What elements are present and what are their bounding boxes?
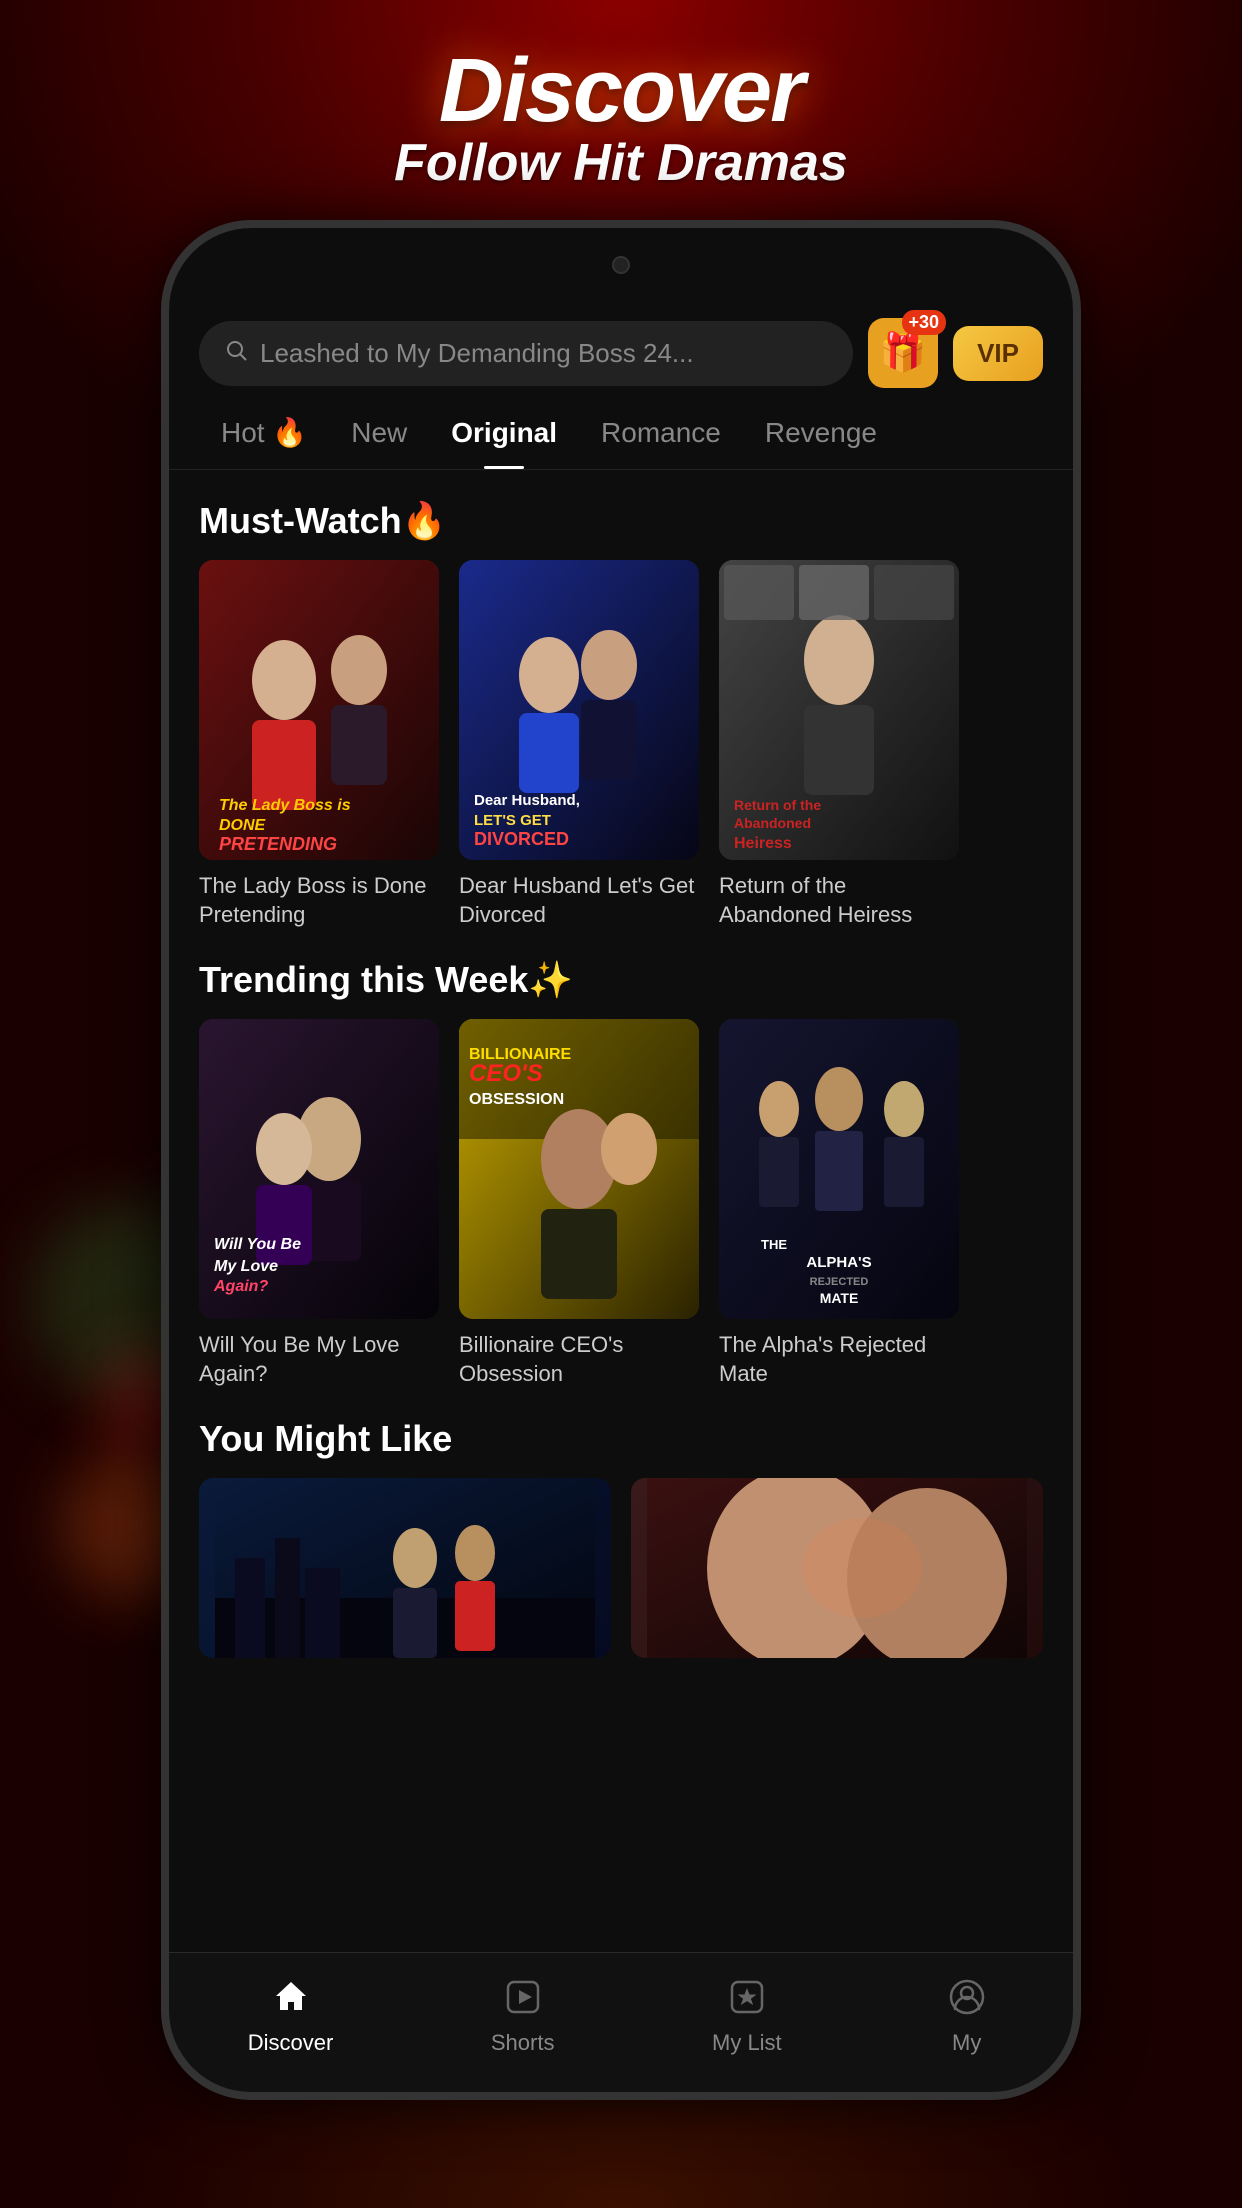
tab-romance-label: Romance bbox=[601, 417, 721, 448]
scrollable-area[interactable]: Leashed to My Demanding Boss 24... 🎁 +30… bbox=[169, 288, 1073, 1952]
camera-notch bbox=[612, 256, 630, 274]
card-heiress[interactable]: Return of the Abandoned Heiress Return o… bbox=[719, 560, 959, 929]
tab-romance[interactable]: Romance bbox=[579, 409, 743, 457]
trending-header: Trending this Week✨ bbox=[169, 929, 1073, 1019]
card-you-might-2[interactable] bbox=[631, 1478, 1043, 1658]
nav-discover[interactable]: Discover bbox=[248, 1969, 334, 2056]
svg-text:CEO'S: CEO'S bbox=[469, 1060, 543, 1087]
bottom-navigation: Discover Shorts bbox=[169, 1952, 1073, 2092]
svg-text:DIVORCED: DIVORCED bbox=[474, 829, 569, 849]
you-might-like-row bbox=[169, 1478, 1073, 1658]
my-icon bbox=[939, 1969, 994, 2024]
search-input[interactable]: Leashed to My Demanding Boss 24... bbox=[199, 321, 853, 386]
svg-text:OBSESSION: OBSESSION bbox=[469, 1091, 564, 1108]
card-ceo[interactable]: BILLIONAIRE CEO'S OBSESSION Billionaire … bbox=[459, 1019, 699, 1388]
card-dear-husband[interactable]: Dear Husband, LET'S GET DIVORCED Dear Hu… bbox=[459, 560, 699, 929]
header-section: Discover Follow Hit Dramas bbox=[0, 40, 1242, 193]
card-you-might-1[interactable] bbox=[199, 1478, 611, 1658]
nav-shorts[interactable]: Shorts bbox=[491, 1969, 555, 2056]
screen-content: Leashed to My Demanding Boss 24... 🎁 +30… bbox=[169, 288, 1073, 2092]
tab-hot-label: Hot 🔥 bbox=[221, 417, 307, 448]
card-ceo-title: Billionaire CEO's Obsession bbox=[459, 1331, 699, 1388]
you-might-like-header: You Might Like bbox=[169, 1388, 1073, 1478]
tab-original-label: Original bbox=[451, 417, 557, 448]
card-love-again-title: Will You Be My Love Again? bbox=[199, 1331, 439, 1388]
discover-icon bbox=[263, 1969, 318, 2024]
svg-text:My Love: My Love bbox=[214, 1258, 278, 1275]
card-dear-husband-title: Dear Husband Let's Get Divorced bbox=[459, 872, 699, 929]
phone-screen: Leashed to My Demanding Boss 24... 🎁 +30… bbox=[169, 228, 1073, 2092]
card-alpha-title: The Alpha's Rejected Mate bbox=[719, 1331, 959, 1388]
svg-text:Will You Be: Will You Be bbox=[214, 1236, 301, 1253]
svg-text:PRETENDING: PRETENDING bbox=[219, 834, 337, 854]
must-watch-row: The Lady Boss is DONE PRETENDING The Lad… bbox=[169, 560, 1073, 929]
tab-new-label: New bbox=[351, 417, 407, 448]
tab-new[interactable]: New bbox=[329, 409, 429, 457]
card-lady-boss[interactable]: The Lady Boss is DONE PRETENDING The Lad… bbox=[199, 560, 439, 929]
svg-text:DONE: DONE bbox=[219, 817, 267, 834]
gift-badge: +30 bbox=[902, 310, 947, 335]
my-list-label: My List bbox=[712, 2030, 782, 2056]
search-placeholder-text: Leashed to My Demanding Boss 24... bbox=[260, 338, 694, 369]
poster-love-again: Will You Be My Love Again? bbox=[199, 1019, 439, 1319]
trending-row: Will You Be My Love Again? Will You Be M… bbox=[169, 1019, 1073, 1388]
poster-ceo: BILLIONAIRE CEO'S OBSESSION bbox=[459, 1019, 699, 1319]
svg-text:THE: THE bbox=[761, 1237, 787, 1252]
header-subtitle: Follow Hit Dramas bbox=[0, 133, 1242, 193]
svg-text:Dear Husband,: Dear Husband, bbox=[474, 792, 580, 809]
gift-icon: 🎁 bbox=[879, 331, 926, 375]
must-watch-header: Must-Watch🔥 bbox=[169, 470, 1073, 560]
my-list-icon bbox=[719, 1969, 774, 2024]
svg-text:MATE: MATE bbox=[820, 1290, 859, 1306]
category-tabs: Hot 🔥 New Original Romance Revenge bbox=[169, 408, 1073, 470]
vip-button[interactable]: VIP bbox=[953, 326, 1043, 381]
tab-original[interactable]: Original bbox=[429, 409, 579, 457]
poster-alpha: THE ALPHA'S REJECTED MATE bbox=[719, 1019, 959, 1319]
discover-label: Discover bbox=[248, 2030, 334, 2056]
shorts-label: Shorts bbox=[491, 2030, 555, 2056]
svg-text:Abandoned: Abandoned bbox=[734, 815, 811, 831]
svg-text:ALPHA'S: ALPHA'S bbox=[806, 1254, 871, 1271]
search-bar: Leashed to My Demanding Boss 24... 🎁 +30… bbox=[199, 318, 1043, 388]
poster-dear-husband: Dear Husband, LET'S GET DIVORCED bbox=[459, 560, 699, 860]
shorts-icon bbox=[495, 1969, 550, 2024]
poster-heiress: Return of the Abandoned Heiress bbox=[719, 560, 959, 860]
phone-frame: Leashed to My Demanding Boss 24... 🎁 +30… bbox=[161, 220, 1081, 2100]
header-title: Discover bbox=[0, 40, 1242, 143]
svg-text:LET'S GET: LET'S GET bbox=[474, 812, 551, 829]
gift-button[interactable]: 🎁 +30 bbox=[868, 318, 938, 388]
poster-lady-boss: The Lady Boss is DONE PRETENDING bbox=[199, 560, 439, 860]
card-alpha[interactable]: THE ALPHA'S REJECTED MATE The Alpha's Re… bbox=[719, 1019, 959, 1388]
nav-my-list[interactable]: My List bbox=[712, 1969, 782, 2056]
tab-revenge[interactable]: Revenge bbox=[743, 409, 899, 457]
nav-my[interactable]: My bbox=[939, 1969, 994, 2056]
svg-text:REJECTED: REJECTED bbox=[810, 1276, 869, 1288]
svg-text:The Lady Boss is: The Lady Boss is bbox=[219, 797, 351, 814]
my-label: My bbox=[952, 2030, 981, 2056]
card-love-again[interactable]: Will You Be My Love Again? Will You Be M… bbox=[199, 1019, 439, 1388]
svg-text:Return of the: Return of the bbox=[734, 797, 821, 813]
svg-text:Again?: Again? bbox=[213, 1278, 268, 1295]
tab-revenge-label: Revenge bbox=[765, 417, 877, 448]
card-heiress-title: Return of the Abandoned Heiress bbox=[719, 872, 959, 929]
search-icon bbox=[224, 338, 248, 369]
card-lady-boss-title: The Lady Boss is Done Pretending bbox=[199, 872, 439, 929]
tab-hot[interactable]: Hot 🔥 bbox=[199, 408, 329, 457]
svg-text:Heiress: Heiress bbox=[734, 835, 792, 852]
